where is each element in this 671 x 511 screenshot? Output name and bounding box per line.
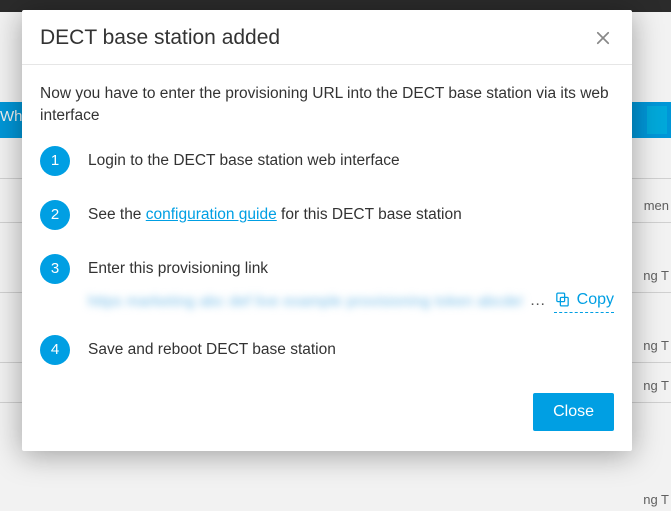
ellipsis-icon: … <box>528 289 548 312</box>
step-2-text: See the configuration guide for this DEC… <box>88 204 614 226</box>
close-button[interactable]: Close <box>533 393 614 431</box>
copy-icon <box>554 291 571 308</box>
steps-list-continued: 4 Save and reboot DECT base station <box>40 335 614 365</box>
step-4-text: Save and reboot DECT base station <box>88 339 614 361</box>
modal-body: Now you have to enter the provisioning U… <box>22 65 632 383</box>
modal-intro-text: Now you have to enter the provisioning U… <box>40 83 614 128</box>
step-number-badge: 4 <box>40 335 70 365</box>
step-number-badge: 1 <box>40 146 70 176</box>
step-1-text: Login to the DECT base station web inter… <box>88 150 614 172</box>
step-3-text: Enter this provisioning link <box>88 258 614 280</box>
step-number-badge: 3 <box>40 254 70 284</box>
step-2-text-before: See the <box>88 206 146 223</box>
modal-header: DECT base station added <box>22 10 632 65</box>
copy-button-label: Copy <box>577 288 614 311</box>
step-4: 4 Save and reboot DECT base station <box>40 335 614 365</box>
configuration-guide-link[interactable]: configuration guide <box>146 206 277 223</box>
modal-dect-added: DECT base station added Now you have to … <box>22 10 632 451</box>
step-2: 2 See the configuration guide for this D… <box>40 200 614 230</box>
step-3: 3 Enter this provisioning link <box>40 254 614 284</box>
copy-button[interactable]: Copy <box>554 288 614 313</box>
provisioning-link-row: https marketing abc def live example pro… <box>88 288 614 313</box>
modal-footer: Close <box>22 383 632 451</box>
close-icon[interactable] <box>592 27 614 49</box>
step-1: 1 Login to the DECT base station web int… <box>40 146 614 176</box>
provisioning-url-blurred: https marketing abc def live example pro… <box>88 291 522 311</box>
step-2-text-after: for this DECT base station <box>277 206 462 223</box>
steps-list: 1 Login to the DECT base station web int… <box>40 146 614 284</box>
step-number-badge: 2 <box>40 200 70 230</box>
modal-title: DECT base station added <box>40 26 280 50</box>
